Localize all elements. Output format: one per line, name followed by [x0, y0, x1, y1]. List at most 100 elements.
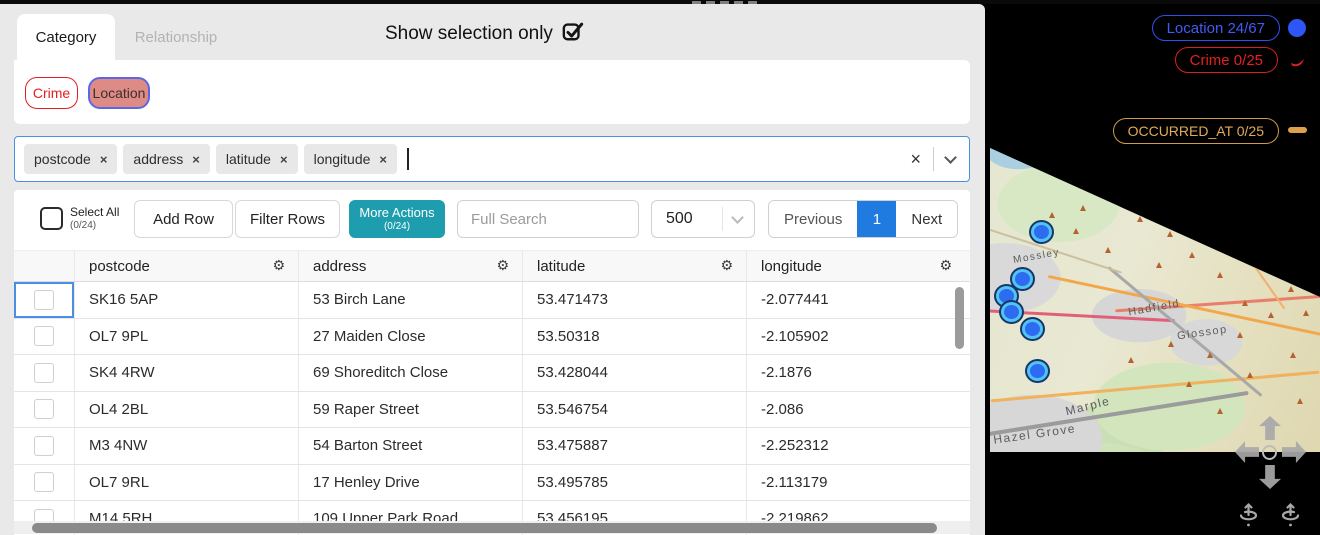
cell-address[interactable]: 17 Henley Drive [299, 465, 523, 501]
table-row[interactable]: SK16 5AP 53 Birch Lane 53.471473 -2.0774… [14, 282, 970, 319]
show-selection-only-toggle[interactable]: Show selection only [385, 20, 584, 48]
legend-crime-badge[interactable]: Crime 0/25 [1175, 47, 1278, 73]
cell-postcode[interactable]: M3 4NW [75, 428, 299, 464]
more-actions-button[interactable]: More Actions (0/24) [349, 200, 445, 238]
row-checkbox-cell[interactable] [14, 392, 75, 428]
table-row[interactable]: OL7 9RL 17 Henley Drive 53.495785 -2.113… [14, 465, 970, 502]
cell-address[interactable]: 27 Maiden Close [299, 319, 523, 355]
cell-longitude[interactable]: -2.252312 [747, 428, 965, 464]
chip-latitude[interactable]: latitude × [216, 144, 298, 174]
cell-latitude[interactable]: 53.495785 [523, 465, 747, 501]
chip-remove-icon[interactable]: × [100, 152, 108, 167]
next-page-button[interactable]: Next [896, 201, 957, 237]
row-checkbox[interactable] [34, 399, 54, 419]
add-row-button[interactable]: Add Row [134, 200, 233, 238]
chip-remove-icon[interactable]: × [192, 152, 200, 167]
chip-remove-icon[interactable]: × [280, 152, 288, 167]
previous-page-button[interactable]: Previous [769, 201, 857, 237]
chip-postcode[interactable]: postcode × [24, 144, 117, 174]
row-checkbox[interactable] [34, 290, 54, 310]
cell-postcode[interactable]: SK16 5AP [75, 282, 299, 318]
category-buttons-card: Crime Location [14, 60, 970, 124]
chip-remove-icon[interactable]: × [379, 152, 387, 167]
full-search-input[interactable] [457, 200, 639, 238]
tab-category[interactable]: Category [17, 14, 115, 60]
pan-center-circle[interactable] [1262, 445, 1277, 460]
table-row[interactable]: OL4 2BL 59 Raper Street 53.546754 -2.086 [14, 392, 970, 429]
cell-latitude[interactable]: 53.428044 [523, 355, 747, 391]
column-header-latitude[interactable]: latitude ⚙ [523, 251, 747, 281]
cell-longitude[interactable]: -2.113179 [747, 465, 965, 501]
chevron-down-icon[interactable] [944, 151, 957, 164]
table-row[interactable]: SK4 4RW 69 Shoreditch Close 53.428044 -2… [14, 355, 970, 392]
cell-postcode[interactable]: SK4 4RW [75, 355, 299, 391]
horizontal-scrollbar-track[interactable] [14, 521, 970, 534]
cell-longitude[interactable]: -2.086 [747, 392, 965, 428]
rotate-right-icon[interactable] [1277, 502, 1304, 529]
clear-all-icon[interactable]: × [910, 150, 921, 168]
cell-longitude[interactable]: -2.1876 [747, 355, 965, 391]
cell-latitude[interactable]: 53.471473 [523, 282, 747, 318]
cell-postcode[interactable]: OL7 9RL [75, 465, 299, 501]
chip-label: longitude [314, 151, 371, 167]
horizontal-scrollbar-thumb[interactable] [32, 523, 937, 533]
column-gear-icon[interactable]: ⚙ [496, 258, 509, 274]
column-gear-icon[interactable]: ⚙ [720, 258, 733, 274]
map-marker[interactable] [1001, 302, 1022, 322]
page-size-select[interactable]: 500 [651, 200, 755, 238]
cell-address[interactable]: 54 Barton Street [299, 428, 523, 464]
category-location-button[interactable]: Location [88, 77, 150, 109]
legend-occurred-at-badge[interactable]: OCCURRED_AT 0/25 [1113, 118, 1279, 144]
cell-address[interactable]: 53 Birch Lane [299, 282, 523, 318]
peak-marker-icon [1237, 332, 1243, 338]
cell-longitude[interactable]: -2.105902 [747, 319, 965, 355]
chevron-down-icon[interactable] [731, 211, 744, 224]
row-checkbox[interactable] [34, 472, 54, 492]
map-marker[interactable] [1012, 269, 1033, 289]
map-marker[interactable] [1027, 361, 1048, 381]
cell-address[interactable]: 69 Shoreditch Close [299, 355, 523, 391]
chip-longitude[interactable]: longitude × [304, 144, 397, 174]
select-all-control[interactable]: Select All (0/24) [40, 206, 119, 231]
table-row[interactable]: OL7 9PL 27 Maiden Close 53.50318 -2.1059… [14, 319, 970, 356]
map-marker[interactable] [1031, 222, 1052, 242]
category-crime-button[interactable]: Crime [25, 77, 78, 109]
row-checkbox-cell[interactable] [14, 465, 75, 501]
tab-relationship[interactable]: Relationship [122, 14, 230, 60]
row-checkbox-cell[interactable] [14, 319, 75, 355]
row-checkbox[interactable] [34, 326, 54, 346]
cell-latitude[interactable]: 53.475887 [523, 428, 747, 464]
cell-latitude[interactable]: 53.50318 [523, 319, 747, 355]
column-header-longitude[interactable]: longitude ⚙ [747, 251, 965, 281]
field-chips-input[interactable]: postcode × address × latitude × longitud… [14, 136, 970, 182]
checked-checkbox-icon[interactable] [562, 20, 584, 48]
column-gear-icon[interactable]: ⚙ [272, 258, 285, 274]
row-checkbox[interactable] [34, 436, 54, 456]
rotate-left-icon[interactable] [1235, 502, 1262, 529]
filter-rows-button[interactable]: Filter Rows [235, 200, 340, 238]
cell-postcode[interactable]: OL7 9PL [75, 319, 299, 355]
row-checkbox-cell[interactable] [14, 355, 75, 391]
cell-postcode[interactable]: OL4 2BL [75, 392, 299, 428]
column-header-address[interactable]: address ⚙ [299, 251, 523, 281]
map-marker[interactable] [1022, 319, 1043, 339]
chip-address[interactable]: address × [123, 144, 209, 174]
map-label-glossop: Glossop [1176, 324, 1228, 343]
cell-longitude[interactable]: -2.077441 [747, 282, 965, 318]
cell-address[interactable]: 59 Raper Street [299, 392, 523, 428]
column-label: postcode [89, 258, 150, 275]
select-all-checkbox[interactable] [40, 207, 63, 230]
graph-map-panel[interactable]: Mossley Hadfield Glossop Marple Hazel Gr… [985, 0, 1320, 535]
cell-latitude[interactable]: 53.546754 [523, 392, 747, 428]
row-checkbox-cell[interactable] [14, 428, 75, 464]
column-header-postcode[interactable]: postcode ⚙ [75, 251, 299, 281]
column-gear-icon[interactable]: ⚙ [939, 258, 952, 274]
row-checkbox-cell[interactable] [14, 282, 75, 318]
table-row[interactable]: M3 4NW 54 Barton Street 53.475887 -2.252… [14, 428, 970, 465]
vertical-scrollbar-thumb[interactable] [955, 287, 964, 349]
row-checkbox[interactable] [34, 363, 54, 383]
current-page-button[interactable]: 1 [857, 201, 896, 237]
pan-down-arrow[interactable] [1259, 465, 1281, 489]
legend-location-badge[interactable]: Location 24/67 [1152, 15, 1280, 41]
top-tick [692, 1, 701, 4]
